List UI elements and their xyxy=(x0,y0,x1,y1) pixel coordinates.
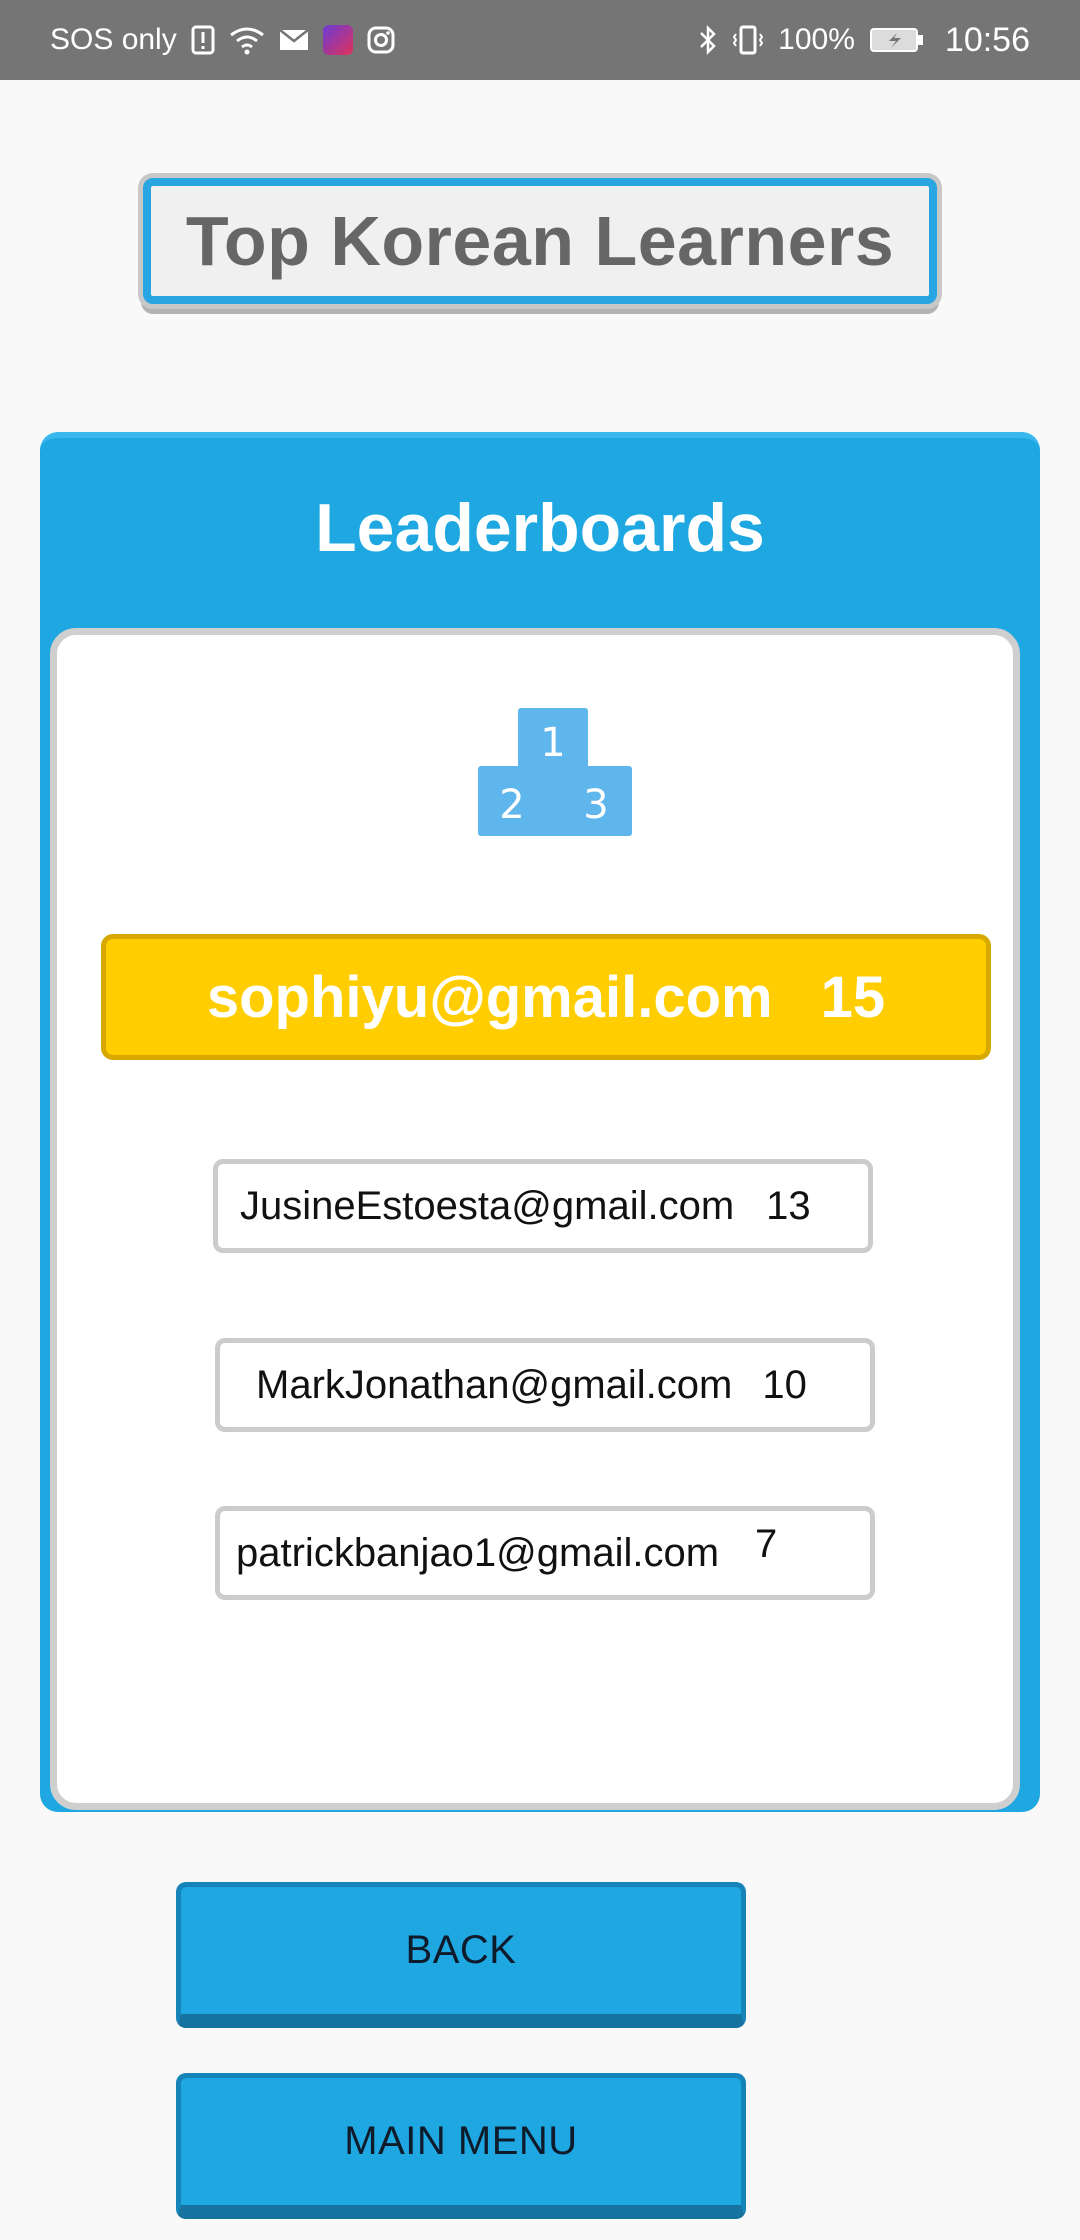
leaderboard-title: Leaderboards xyxy=(315,490,765,566)
leaderboard-entry: MarkJonathan@gmail.com 10 xyxy=(215,1338,875,1432)
leaderboard-header: Leaderboards xyxy=(40,438,1040,618)
instagram-icon xyxy=(367,26,395,54)
svg-text:2: 2 xyxy=(499,782,524,828)
battery-charging-icon xyxy=(869,26,925,54)
wifi-icon xyxy=(229,25,265,55)
status-bar: SOS only 100% 10:56 xyxy=(0,0,1080,80)
status-bar-left: SOS only xyxy=(50,23,395,57)
carrier-text: SOS only xyxy=(50,23,177,56)
entry-email: patrickbanjao1@gmail.com xyxy=(236,1530,720,1575)
app-icon xyxy=(322,25,353,55)
status-bar-right: 100% 10:56 xyxy=(698,21,1030,60)
entry-email: JusineEstoesta@gmail.com xyxy=(240,1183,735,1228)
first-place-score: 15 xyxy=(820,964,886,1030)
leaderboard-entry: JusineEstoesta@gmail.com 13 xyxy=(213,1159,873,1253)
entry-score: 10 xyxy=(762,1362,807,1407)
alert-icon xyxy=(191,25,215,55)
svg-text:1: 1 xyxy=(540,720,565,766)
battery-percent: 100% xyxy=(778,23,855,56)
leaderboard-entry: patrickbanjao1@gmail.com 7 xyxy=(215,1506,875,1600)
main-menu-button[interactable]: MAIN MENU xyxy=(176,2073,746,2219)
first-place-email: sophiyu@gmail.com xyxy=(206,964,773,1030)
entry-score: 13 xyxy=(766,1183,811,1228)
back-button[interactable]: BACK xyxy=(176,1882,746,2028)
entry-score: 7 xyxy=(755,1521,778,1566)
leaderboard-body: 1 2 3 sophiyu@gmail.com 15 JusineEstoest… xyxy=(50,628,1020,1810)
bluetooth-icon xyxy=(698,24,718,56)
vibrate-icon xyxy=(732,24,764,56)
mail-icon xyxy=(278,28,309,52)
title-banner: Top Korean Learners xyxy=(143,178,937,304)
page-title: Top Korean Learners xyxy=(185,202,895,280)
leaderboard-first-place: sophiyu@gmail.com 15 xyxy=(101,934,991,1060)
leaderboard-panel: Leaderboards 1 2 3 sophiyu@gmail.com 15 … xyxy=(40,432,1040,1812)
clock: 10:56 xyxy=(944,20,1030,59)
podium-icon: 1 2 3 xyxy=(478,708,632,836)
entry-email: MarkJonathan@gmail.com xyxy=(256,1362,733,1407)
svg-text:3: 3 xyxy=(583,782,608,828)
